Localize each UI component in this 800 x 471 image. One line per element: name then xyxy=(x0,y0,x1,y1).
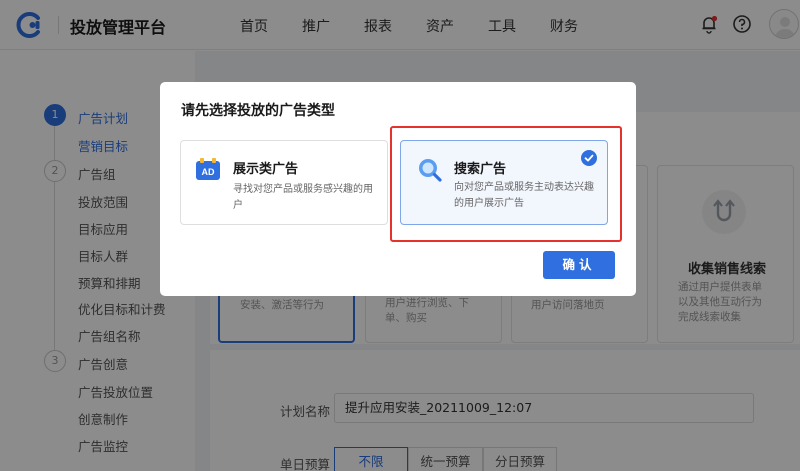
confirm-button[interactable]: 确认 xyxy=(543,251,615,279)
svg-text:AD: AD xyxy=(202,167,215,177)
highlight-frame xyxy=(390,126,622,242)
display-ad-desc: 寻找对您产品或服务感兴趣的用 户 xyxy=(233,184,373,211)
display-ad-title: 展示类广告 xyxy=(233,162,299,177)
ad-icon: AD xyxy=(196,158,220,180)
modal-title: 请先选择投放的广告类型 xyxy=(181,103,335,119)
